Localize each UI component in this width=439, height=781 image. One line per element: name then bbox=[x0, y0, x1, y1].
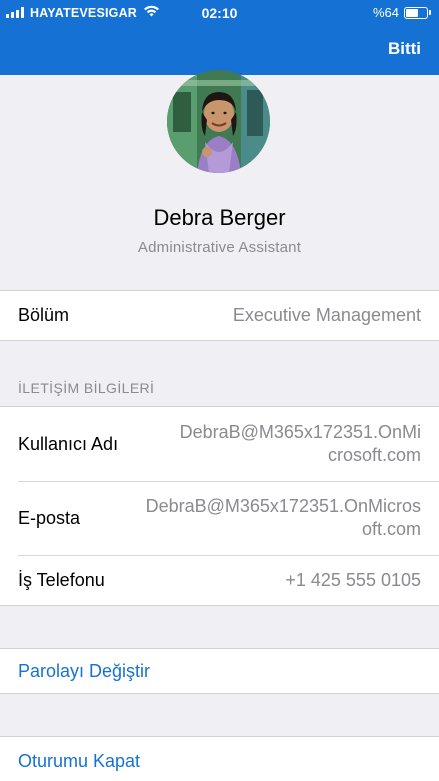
status-bar: HAYATEVESIGAR 02:10 %64 bbox=[0, 0, 439, 26]
department-label: Bölüm bbox=[18, 305, 70, 325]
email-value-line1: DebraB@M365x172351.OnMicros bbox=[145, 496, 421, 516]
department-group: Bölüm Executive Management bbox=[0, 290, 439, 341]
status-right: %64 bbox=[373, 5, 431, 20]
battery-icon bbox=[404, 6, 428, 19]
contact-section-header: İLETİŞİM BİLGİLERİ bbox=[18, 380, 155, 396]
change-password-row[interactable]: Parolayı Değiştir bbox=[0, 649, 439, 693]
username-value: DebraB@M365x172351.OnMi crosoft.com bbox=[180, 421, 421, 467]
done-button[interactable]: Bitti bbox=[388, 39, 421, 59]
change-password-group: Parolayı Değiştir bbox=[0, 648, 439, 694]
battery-tip bbox=[429, 10, 431, 15]
email-row[interactable]: E-posta DebraB@M365x172351.OnMicros oft.… bbox=[0, 481, 439, 555]
app-header: HAYATEVESIGAR 02:10 %64 Bitti bbox=[0, 0, 439, 75]
avatar-photo-icon bbox=[167, 70, 270, 173]
username-value-line2: crosoft.com bbox=[327, 445, 421, 465]
email-value-line2: oft.com bbox=[361, 519, 421, 539]
sign-out-group: Oturumu Kapat bbox=[0, 736, 439, 781]
work-phone-label: İş Telefonu bbox=[18, 569, 105, 590]
email-label: E-posta bbox=[18, 507, 81, 528]
username-row: Kullanıcı Adı DebraB@M365x172351.OnMi cr… bbox=[0, 407, 439, 481]
work-phone-row[interactable]: İş Telefonu +1 425 555 0105 bbox=[0, 555, 439, 605]
change-password-button[interactable]: Parolayı Değiştir bbox=[18, 661, 150, 682]
profile-name: Debra Berger bbox=[153, 205, 286, 230]
work-phone-value[interactable]: +1 425 555 0105 bbox=[285, 569, 421, 592]
avatar[interactable] bbox=[167, 70, 270, 173]
username-label: Kullanıcı Adı bbox=[18, 433, 119, 454]
battery-percentage: %64 bbox=[372, 5, 399, 20]
profile-section: Debra Berger Administrative Assistant bbox=[0, 70, 439, 290]
username-value-line1: DebraB@M365x172351.OnMi bbox=[179, 422, 421, 442]
department-value: Executive Management bbox=[232, 305, 421, 325]
profile-job-title: Administrative Assistant bbox=[137, 239, 302, 256]
email-value[interactable]: DebraB@M365x172351.OnMicros oft.com bbox=[146, 495, 421, 541]
sign-out-button[interactable]: Oturumu Kapat bbox=[18, 751, 140, 772]
contact-group: Kullanıcı Adı DebraB@M365x172351.OnMi cr… bbox=[0, 406, 439, 606]
battery-level-fill bbox=[406, 8, 419, 17]
department-row: Bölüm Executive Management bbox=[0, 291, 439, 340]
sign-out-row[interactable]: Oturumu Kapat bbox=[0, 737, 439, 781]
